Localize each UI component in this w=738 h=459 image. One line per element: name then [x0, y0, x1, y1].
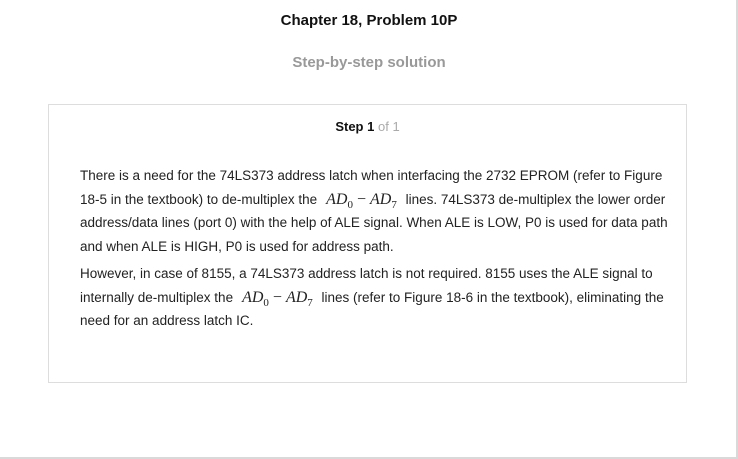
- math-ad-end: AD: [370, 190, 392, 208]
- solution-paragraph-2: However, in case of 8155, a 74LS373 addr…: [80, 262, 670, 333]
- math-sub-start: 0: [347, 198, 353, 211]
- math-sub-end: 7: [391, 198, 397, 211]
- solution-subtitle: Step-by-step solution: [292, 54, 446, 71]
- math-expression-ad0-ad7: AD0− AD7: [326, 190, 397, 211]
- math-sub-end: 7: [307, 296, 313, 309]
- math-ad-start: AD: [242, 288, 264, 306]
- math-minus: −: [356, 190, 366, 208]
- solution-step-card: Step 1 of 1 There is a need for the 74LS…: [48, 104, 687, 383]
- math-ad-start: AD: [326, 190, 348, 208]
- step-content: There is a need for the 74LS373 address …: [80, 164, 670, 337]
- step-total: of 1: [377, 119, 400, 134]
- solution-paragraph-1: There is a need for the 74LS373 address …: [80, 164, 670, 258]
- math-expression-ad0-ad7: AD0− AD7: [242, 288, 313, 309]
- step-header: Step 1 of 1: [49, 119, 686, 134]
- math-minus: −: [272, 288, 282, 306]
- step-number: 1: [367, 119, 375, 134]
- page-title: Chapter 18, Problem 10P: [280, 12, 458, 29]
- math-ad-end: AD: [285, 288, 308, 306]
- step-label: Step: [335, 119, 364, 134]
- math-sub-start: 0: [263, 296, 269, 309]
